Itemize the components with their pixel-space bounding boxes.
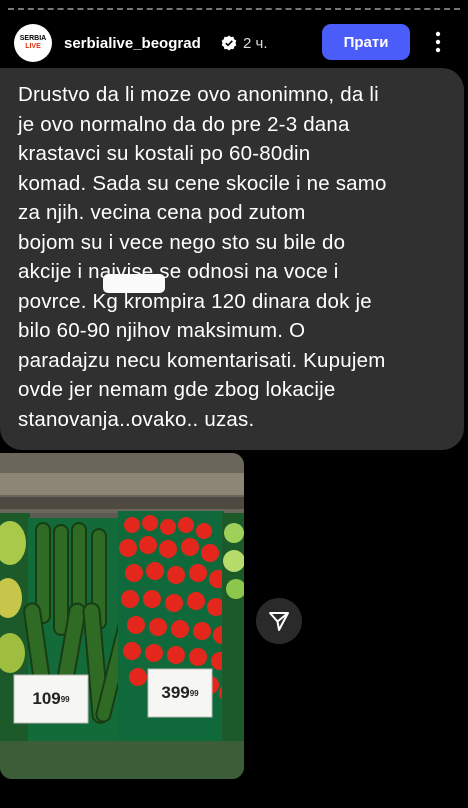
follow-button[interactable]: Прати (322, 24, 410, 60)
post-time: 2 ч. (243, 35, 268, 52)
more-options-icon[interactable] (430, 30, 446, 54)
price-left-value: 109 (32, 689, 61, 708)
price-left-cents: 99 (60, 694, 70, 704)
send-icon (269, 612, 289, 631)
avatar[interactable]: SERBIA LIVE (14, 24, 52, 62)
message-bubble: Drustvo da li moze ovo anonimno, da li j… (0, 68, 464, 450)
post-header: SERBIA LIVE serbialive_beograd 2 ч. Прат… (0, 20, 468, 66)
price-right-value: 399 (161, 683, 190, 702)
avatar-line2: LIVE (25, 43, 41, 50)
message-text: Drustvo da li moze ovo anonimno, da li j… (18, 83, 387, 431)
redaction-mark (103, 274, 165, 293)
share-button[interactable] (256, 598, 302, 644)
username[interactable]: serbialive_beograd (64, 35, 201, 52)
price-label-right: 399 99 (148, 669, 212, 717)
produce-shelf-image (0, 453, 244, 779)
price-label-left: 109 99 (14, 675, 88, 723)
avatar-line1: SERBIA (19, 35, 47, 42)
price-right-cents: 99 (189, 688, 199, 698)
product-photo[interactable]: 109 99 399 99 (0, 453, 244, 779)
verified-badge-icon (221, 35, 237, 51)
story-progress-bar (8, 8, 460, 12)
